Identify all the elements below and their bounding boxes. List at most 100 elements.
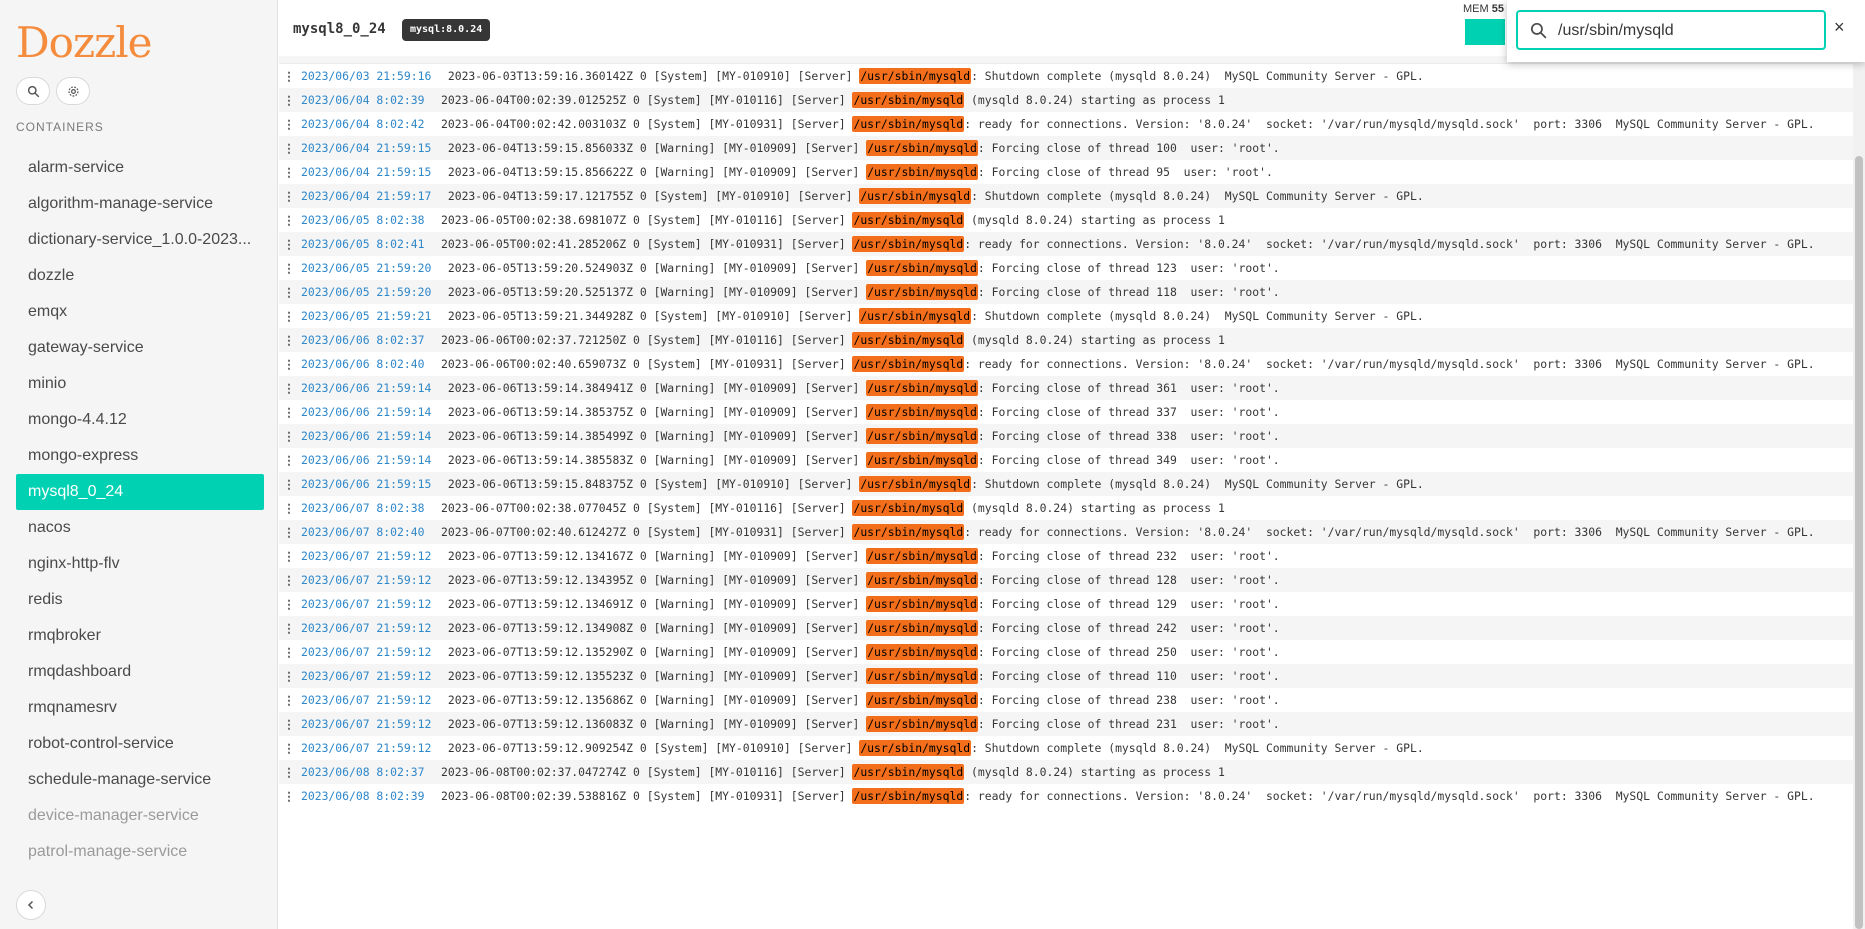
log-row-menu-icon[interactable]: ⋮ (279, 187, 299, 205)
log-row-menu-icon[interactable]: ⋮ (279, 451, 299, 469)
log-timestamp[interactable]: 2023/06/04 8:02:42 (299, 115, 438, 133)
sidebar-item-dozzle[interactable]: dozzle (16, 258, 264, 294)
sidebar-item-minio[interactable]: minio (16, 366, 264, 402)
log-row-menu-icon[interactable]: ⋮ (279, 115, 299, 133)
log-timestamp[interactable]: 2023/06/06 21:59:15 (299, 475, 438, 493)
log-timestamp[interactable]: 2023/06/04 8:02:39 (299, 91, 438, 109)
log-row-menu-icon[interactable]: ⋮ (279, 571, 299, 589)
sidebar-item-emqx[interactable]: emqx (16, 294, 264, 330)
log-row-menu-icon[interactable]: ⋮ (279, 547, 299, 565)
log-timestamp[interactable]: 2023/06/07 21:59:12 (299, 691, 438, 709)
log-scrollbar-thumb[interactable] (1855, 156, 1863, 929)
sidebar-item-redis[interactable]: redis (16, 582, 264, 618)
log-row-menu-icon[interactable]: ⋮ (279, 307, 299, 325)
sidebar-item-mongo-4-4-12[interactable]: mongo-4.4.12 (16, 402, 264, 438)
log-row-menu-icon[interactable]: ⋮ (279, 403, 299, 421)
log-timestamp[interactable]: 2023/06/06 8:02:37 (299, 331, 438, 349)
search-box[interactable] (1516, 10, 1826, 50)
log-row-menu-icon[interactable]: ⋮ (279, 139, 299, 157)
log-row-menu-icon[interactable]: ⋮ (279, 739, 299, 757)
settings-button[interactable] (56, 77, 90, 105)
sidebar-item-device-manager-service[interactable]: device-manager-service (16, 798, 264, 834)
log-row-menu-icon[interactable]: ⋮ (279, 691, 299, 709)
log-row-menu-icon[interactable]: ⋮ (279, 211, 299, 229)
search-button[interactable] (16, 77, 50, 105)
sidebar-item-nacos[interactable]: nacos (16, 510, 264, 546)
log-timestamp[interactable]: 2023/06/06 21:59:14 (299, 451, 438, 469)
log-row-menu-icon[interactable]: ⋮ (279, 163, 299, 181)
log-timestamp[interactable]: 2023/06/07 21:59:12 (299, 571, 438, 589)
search-match-highlight: /usr/sbin/mysqld (866, 644, 978, 660)
log-timestamp[interactable]: 2023/06/05 21:59:20 (299, 283, 438, 301)
log-timestamp[interactable]: 2023/06/05 21:59:21 (299, 307, 438, 325)
log-timestamp[interactable]: 2023/06/04 21:59:15 (299, 139, 438, 157)
log-row-menu-icon[interactable]: ⋮ (279, 499, 299, 517)
sidebar-item-dictionary-service-1-0-0-2023[interactable]: dictionary-service_1.0.0-2023... (16, 222, 264, 258)
sidebar-item-algorithm-manage-service[interactable]: algorithm-manage-service (16, 186, 264, 222)
log-timestamp[interactable]: 2023/06/06 21:59:14 (299, 379, 438, 397)
log-row: ⋮ 2023/06/05 21:59:21 2023-06-05T13:59:21… (279, 304, 1853, 328)
log-message-prefix: 2023-06-04T00:02:39.012525Z 0 [System] [… (441, 93, 853, 107)
sidebar-item-nginx-http-flv[interactable]: nginx-http-flv (16, 546, 264, 582)
log-timestamp[interactable]: 2023/06/07 21:59:12 (299, 739, 438, 757)
log-timestamp[interactable]: 2023/06/07 8:02:38 (299, 499, 438, 517)
log-timestamp[interactable]: 2023/06/06 21:59:14 (299, 427, 438, 445)
log-row-menu-icon[interactable]: ⋮ (279, 667, 299, 685)
log-timestamp[interactable]: 2023/06/08 8:02:39 (299, 787, 438, 805)
dozzle-logo[interactable]: Dozzle (16, 18, 153, 67)
log-timestamp[interactable]: 2023/06/07 8:02:40 (299, 523, 438, 541)
log-message: 2023-06-05T13:59:20.525137Z 0 [Warning] … (438, 283, 1853, 301)
sidebar-item-mysql8-0-24[interactable]: mysql8_0_24 (16, 474, 264, 510)
log-timestamp[interactable]: 2023/06/06 8:02:40 (299, 355, 438, 373)
log-row-menu-icon[interactable]: ⋮ (279, 67, 299, 85)
log-timestamp[interactable]: 2023/06/04 21:59:17 (299, 187, 438, 205)
log-row-menu-icon[interactable]: ⋮ (279, 259, 299, 277)
log-timestamp[interactable]: 2023/06/05 8:02:38 (299, 211, 438, 229)
log-timestamp[interactable]: 2023/06/08 8:02:37 (299, 763, 438, 781)
collapse-sidebar-button[interactable] (16, 890, 46, 920)
log-timestamp[interactable]: 2023/06/05 21:59:20 (299, 259, 438, 277)
sidebar-item-patrol-manage-service[interactable]: patrol-manage-service (16, 834, 264, 870)
sidebar-item-rmqnamesrv[interactable]: rmqnamesrv (16, 690, 264, 726)
log-message-suffix: : Forcing close of thread 231 user: 'roo… (977, 717, 1280, 731)
log-row-menu-icon[interactable]: ⋮ (279, 427, 299, 445)
sidebar-item-schedule-manage-service[interactable]: schedule-manage-service (16, 762, 264, 798)
log-row-menu-icon[interactable]: ⋮ (279, 283, 299, 301)
log-timestamp[interactable]: 2023/06/07 21:59:12 (299, 643, 438, 661)
log-timestamp[interactable]: 2023/06/07 21:59:12 (299, 619, 438, 637)
log-row-menu-icon[interactable]: ⋮ (279, 355, 299, 373)
sidebar-item-gateway-service[interactable]: gateway-service (16, 330, 264, 366)
sidebar-item-alarm-service[interactable]: alarm-service (16, 150, 264, 186)
log-row-menu-icon[interactable]: ⋮ (279, 91, 299, 109)
log-row-menu-icon[interactable]: ⋮ (279, 787, 299, 805)
log-row-menu-icon[interactable]: ⋮ (279, 715, 299, 733)
log-message-suffix: : Forcing close of thread 118 user: 'roo… (977, 285, 1280, 299)
log-row-menu-icon[interactable]: ⋮ (279, 475, 299, 493)
sidebar-item-rmqbroker[interactable]: rmqbroker (16, 618, 264, 654)
log-timestamp[interactable]: 2023/06/07 21:59:12 (299, 667, 438, 685)
log-row-menu-icon[interactable]: ⋮ (279, 595, 299, 613)
log-scrollbar[interactable] (1853, 56, 1865, 929)
close-search-button[interactable]: × (1834, 17, 1845, 38)
log-timestamp[interactable]: 2023/06/04 21:59:15 (299, 163, 438, 181)
sidebar-item-mongo-express[interactable]: mongo-express (16, 438, 264, 474)
log-timestamp[interactable]: 2023/06/03 21:59:16 (299, 67, 438, 85)
log-timestamp[interactable]: 2023/06/06 21:59:14 (299, 403, 438, 421)
log-row-menu-icon[interactable]: ⋮ (279, 331, 299, 349)
log-row-menu-icon[interactable]: ⋮ (279, 643, 299, 661)
search-input[interactable] (1558, 18, 1818, 44)
sidebar-item-robot-control-service[interactable]: robot-control-service (16, 726, 264, 762)
sidebar-item-rmqdashboard[interactable]: rmqdashboard (16, 654, 264, 690)
log-row-menu-icon[interactable]: ⋮ (279, 523, 299, 541)
log-message: 2023-06-06T00:02:37.721250Z 0 [System] [… (438, 331, 1853, 349)
log-message: 2023-06-07T13:59:12.136083Z 0 [Warning] … (438, 715, 1853, 733)
log-row-menu-icon[interactable]: ⋮ (279, 379, 299, 397)
search-match-highlight: /usr/sbin/mysqld (852, 524, 965, 540)
log-timestamp[interactable]: 2023/06/07 21:59:12 (299, 715, 438, 733)
log-row-menu-icon[interactable]: ⋮ (279, 235, 299, 253)
log-timestamp[interactable]: 2023/06/07 21:59:12 (299, 547, 438, 565)
log-timestamp[interactable]: 2023/06/05 8:02:41 (299, 235, 438, 253)
log-row-menu-icon[interactable]: ⋮ (279, 619, 299, 637)
log-row-menu-icon[interactable]: ⋮ (279, 763, 299, 781)
log-timestamp[interactable]: 2023/06/07 21:59:12 (299, 595, 438, 613)
